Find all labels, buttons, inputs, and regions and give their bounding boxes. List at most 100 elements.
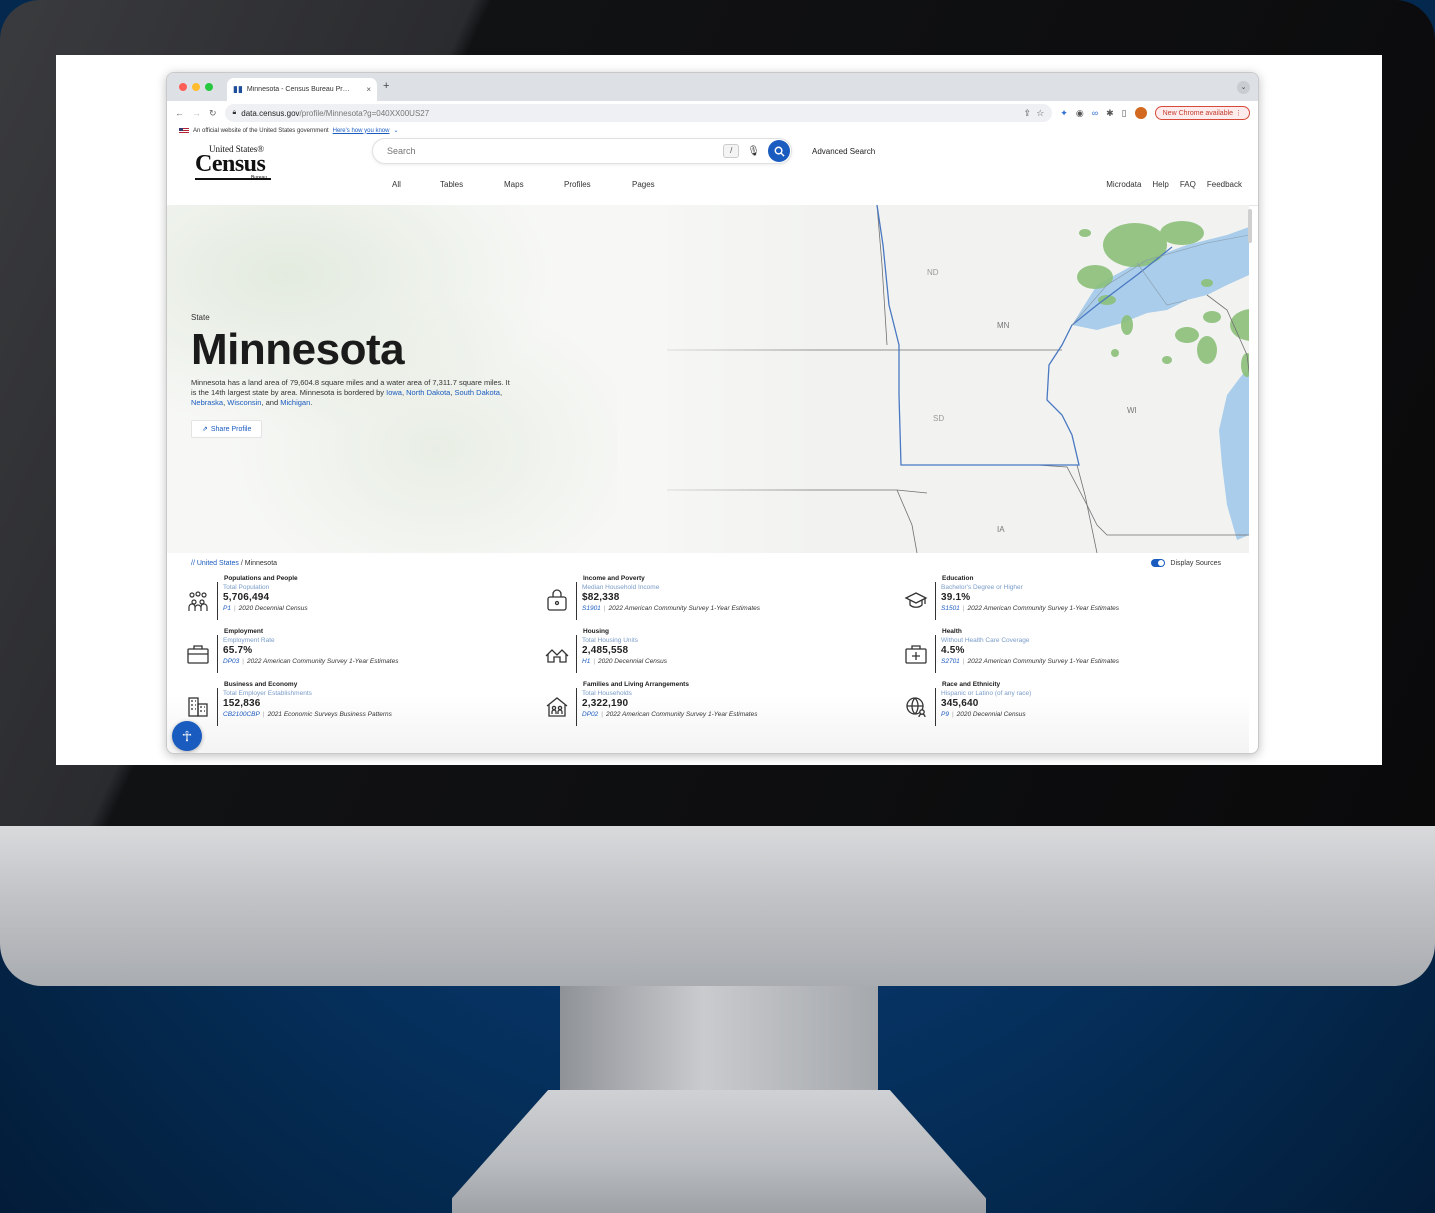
share-profile-button[interactable]: ⇗ Share Profile (191, 420, 263, 438)
stat-table-code[interactable]: S1901 (582, 605, 601, 612)
profile-hero: ND MN SD WI IA State Minnesota Minnesota… (167, 205, 1249, 553)
stat-business[interactable]: Business and Economy Total Employer Esta… (183, 680, 523, 730)
stat-families[interactable]: Families and Living Arrangements Total H… (542, 680, 882, 730)
link-extension-icon[interactable]: ∞ (1092, 108, 1098, 118)
url-domain: data.census.gov (241, 108, 300, 118)
extension-icon[interactable]: ✦ (1060, 108, 1068, 119)
stat-source: 2022 American Community Survey 1-Year Es… (967, 658, 1120, 665)
stat-category: Race and Ethnicity (942, 681, 1001, 688)
breadcrumb-united-states[interactable]: United States (197, 560, 239, 567)
advanced-search-link[interactable]: Advanced Search (812, 147, 875, 156)
search-icon (774, 146, 785, 157)
nav-all[interactable]: All (392, 180, 440, 189)
stat-grid: Populations and People Total Population … (183, 574, 1243, 739)
stat-category: Income and Poverty (583, 575, 645, 582)
forward-arrow-icon[interactable]: → (192, 108, 201, 118)
reload-icon[interactable]: ↻ (209, 108, 217, 119)
address-bar[interactable]: 🔒︎ data.census.gov/profile/Minnesota?g=0… (224, 104, 1053, 122)
stat-employment[interactable]: Employment Employment Rate 65.7% DP03 | 20… (183, 627, 523, 677)
link-michigan[interactable]: Michigan (280, 398, 310, 407)
new-tab-button[interactable]: + (383, 80, 389, 92)
stat-health[interactable]: Health Without Health Care Coverage 4.5%… (901, 627, 1241, 677)
logo-census: Census (195, 151, 266, 177)
heres-how-you-know-link[interactable]: Here's how you know (333, 128, 390, 134)
map-label-wi: WI (1127, 406, 1137, 415)
stat-value: 345,640 (941, 698, 979, 709)
stat-table-code[interactable]: DP02 (582, 711, 598, 718)
stat-value: 2,485,558 (582, 645, 629, 656)
toolbar: ← → ↻ 🔒︎ data.census.gov/profile/Minneso… (167, 101, 1258, 125)
nav-faq[interactable]: FAQ (1180, 180, 1196, 189)
accessibility-button[interactable]: ☥ (172, 721, 202, 751)
slash-shortcut-key: / (723, 144, 740, 158)
link-wisconsin[interactable]: Wisconsin (227, 398, 261, 407)
stat-populations[interactable]: Populations and People Total Population … (183, 574, 523, 624)
bookmark-star-icon[interactable]: ☆ (1036, 108, 1044, 119)
link-nebraska[interactable]: Nebraska (191, 398, 223, 407)
tab-search-button[interactable]: ⌄ (1237, 81, 1250, 94)
stat-housing[interactable]: Housing Total Housing Units 2,485,558 H1… (542, 627, 882, 677)
nav-profiles[interactable]: Profiles (564, 180, 632, 189)
stat-source: 2020 Decennial Census (598, 658, 668, 665)
minimize-window-button[interactable] (192, 83, 200, 91)
nav-pages[interactable]: Pages (632, 180, 682, 189)
stat-income[interactable]: Income and Poverty Median Household Inco… (542, 574, 882, 624)
back-arrow-icon[interactable]: ← (175, 108, 184, 118)
medical-kit-icon (901, 639, 931, 669)
sidebar-icon[interactable]: ▯ (1122, 108, 1127, 119)
nav-help[interactable]: Help (1152, 180, 1168, 189)
link-south-dakota[interactable]: South Dakota (455, 388, 500, 397)
stat-table-code[interactable]: P1 (223, 605, 231, 612)
globe-people-icon (901, 692, 931, 722)
extension-2-icon[interactable]: ◉ (1076, 108, 1084, 119)
breadcrumb-root: // (191, 560, 195, 567)
nav-tables[interactable]: Tables (440, 180, 504, 189)
stat-table-code[interactable]: DP03 (223, 658, 239, 665)
stat-metric: Employment Rate (223, 637, 275, 644)
profile-avatar[interactable] (1134, 107, 1147, 119)
close-window-button[interactable] (179, 83, 187, 91)
stat-table-code[interactable]: H1 (582, 658, 590, 665)
stat-table-code[interactable]: P9 (941, 711, 949, 718)
houses-icon (542, 639, 572, 669)
stat-value: $82,338 (582, 592, 620, 603)
search-input[interactable] (387, 146, 724, 156)
stat-table-code[interactable]: S2701 (941, 658, 960, 665)
monitor-screen: ▮▮ Minnesota - Census Bureau Pr… × + ⌄ ←… (56, 55, 1382, 765)
puzzle-extensions-icon[interactable]: ✱ (1106, 108, 1114, 119)
link-iowa[interactable]: Iowa (386, 388, 402, 397)
share-icon[interactable]: ⇪ (1024, 108, 1032, 119)
people-icon (183, 586, 213, 616)
tab-minnesota-profile[interactable]: ▮▮ Minnesota - Census Bureau Pr… × (227, 78, 377, 101)
stat-metric: Total Housing Units (582, 637, 638, 644)
stat-source: 2022 American Community Survey 1-Year Es… (605, 711, 758, 718)
chevron-down-icon[interactable]: ⌄ (393, 127, 398, 134)
stat-source: 2020 Decennial Census (238, 605, 308, 612)
link-north-dakota[interactable]: North Dakota (406, 388, 450, 397)
census-logo[interactable]: United States® Census Bureau (195, 142, 275, 182)
nav-maps[interactable]: Maps (504, 180, 564, 189)
search-button[interactable] (768, 140, 790, 162)
map-label-ia: IA (997, 525, 1005, 534)
stat-value: 65.7% (223, 645, 253, 656)
stat-category: Populations and People (224, 575, 298, 582)
page-scrollbar[interactable] (1248, 209, 1252, 243)
stat-education[interactable]: Education Bachelor's Degree or Higher 39… (901, 574, 1241, 624)
nav-feedback[interactable]: Feedback (1207, 180, 1242, 189)
tab-close-icon[interactable]: × (366, 85, 371, 94)
stat-category: Education (942, 575, 974, 582)
map-label-nd: ND (927, 268, 939, 277)
profile-stats: // United States / Minnesota Display Sou… (167, 555, 1249, 753)
search-bar: / 🎙︎ (372, 138, 792, 164)
family-home-icon (542, 692, 572, 722)
nav-microdata[interactable]: Microdata (1106, 180, 1141, 189)
microphone-icon[interactable]: 🎙︎ (747, 146, 760, 157)
display-sources-toggle[interactable]: Display Sources (1151, 559, 1221, 567)
stat-table-code[interactable]: CB2100CBP (223, 711, 260, 718)
toggle-switch[interactable] (1151, 559, 1166, 567)
maximize-window-button[interactable] (205, 83, 213, 91)
profile-intro: State Minnesota Minnesota has a land are… (191, 313, 521, 438)
new-chrome-available-button[interactable]: New Chrome available ⋮ (1154, 106, 1250, 120)
stat-race-ethnicity[interactable]: Race and Ethnicity Hispanic or Latino (o… (901, 680, 1241, 730)
stat-table-code[interactable]: S1501 (941, 605, 960, 612)
